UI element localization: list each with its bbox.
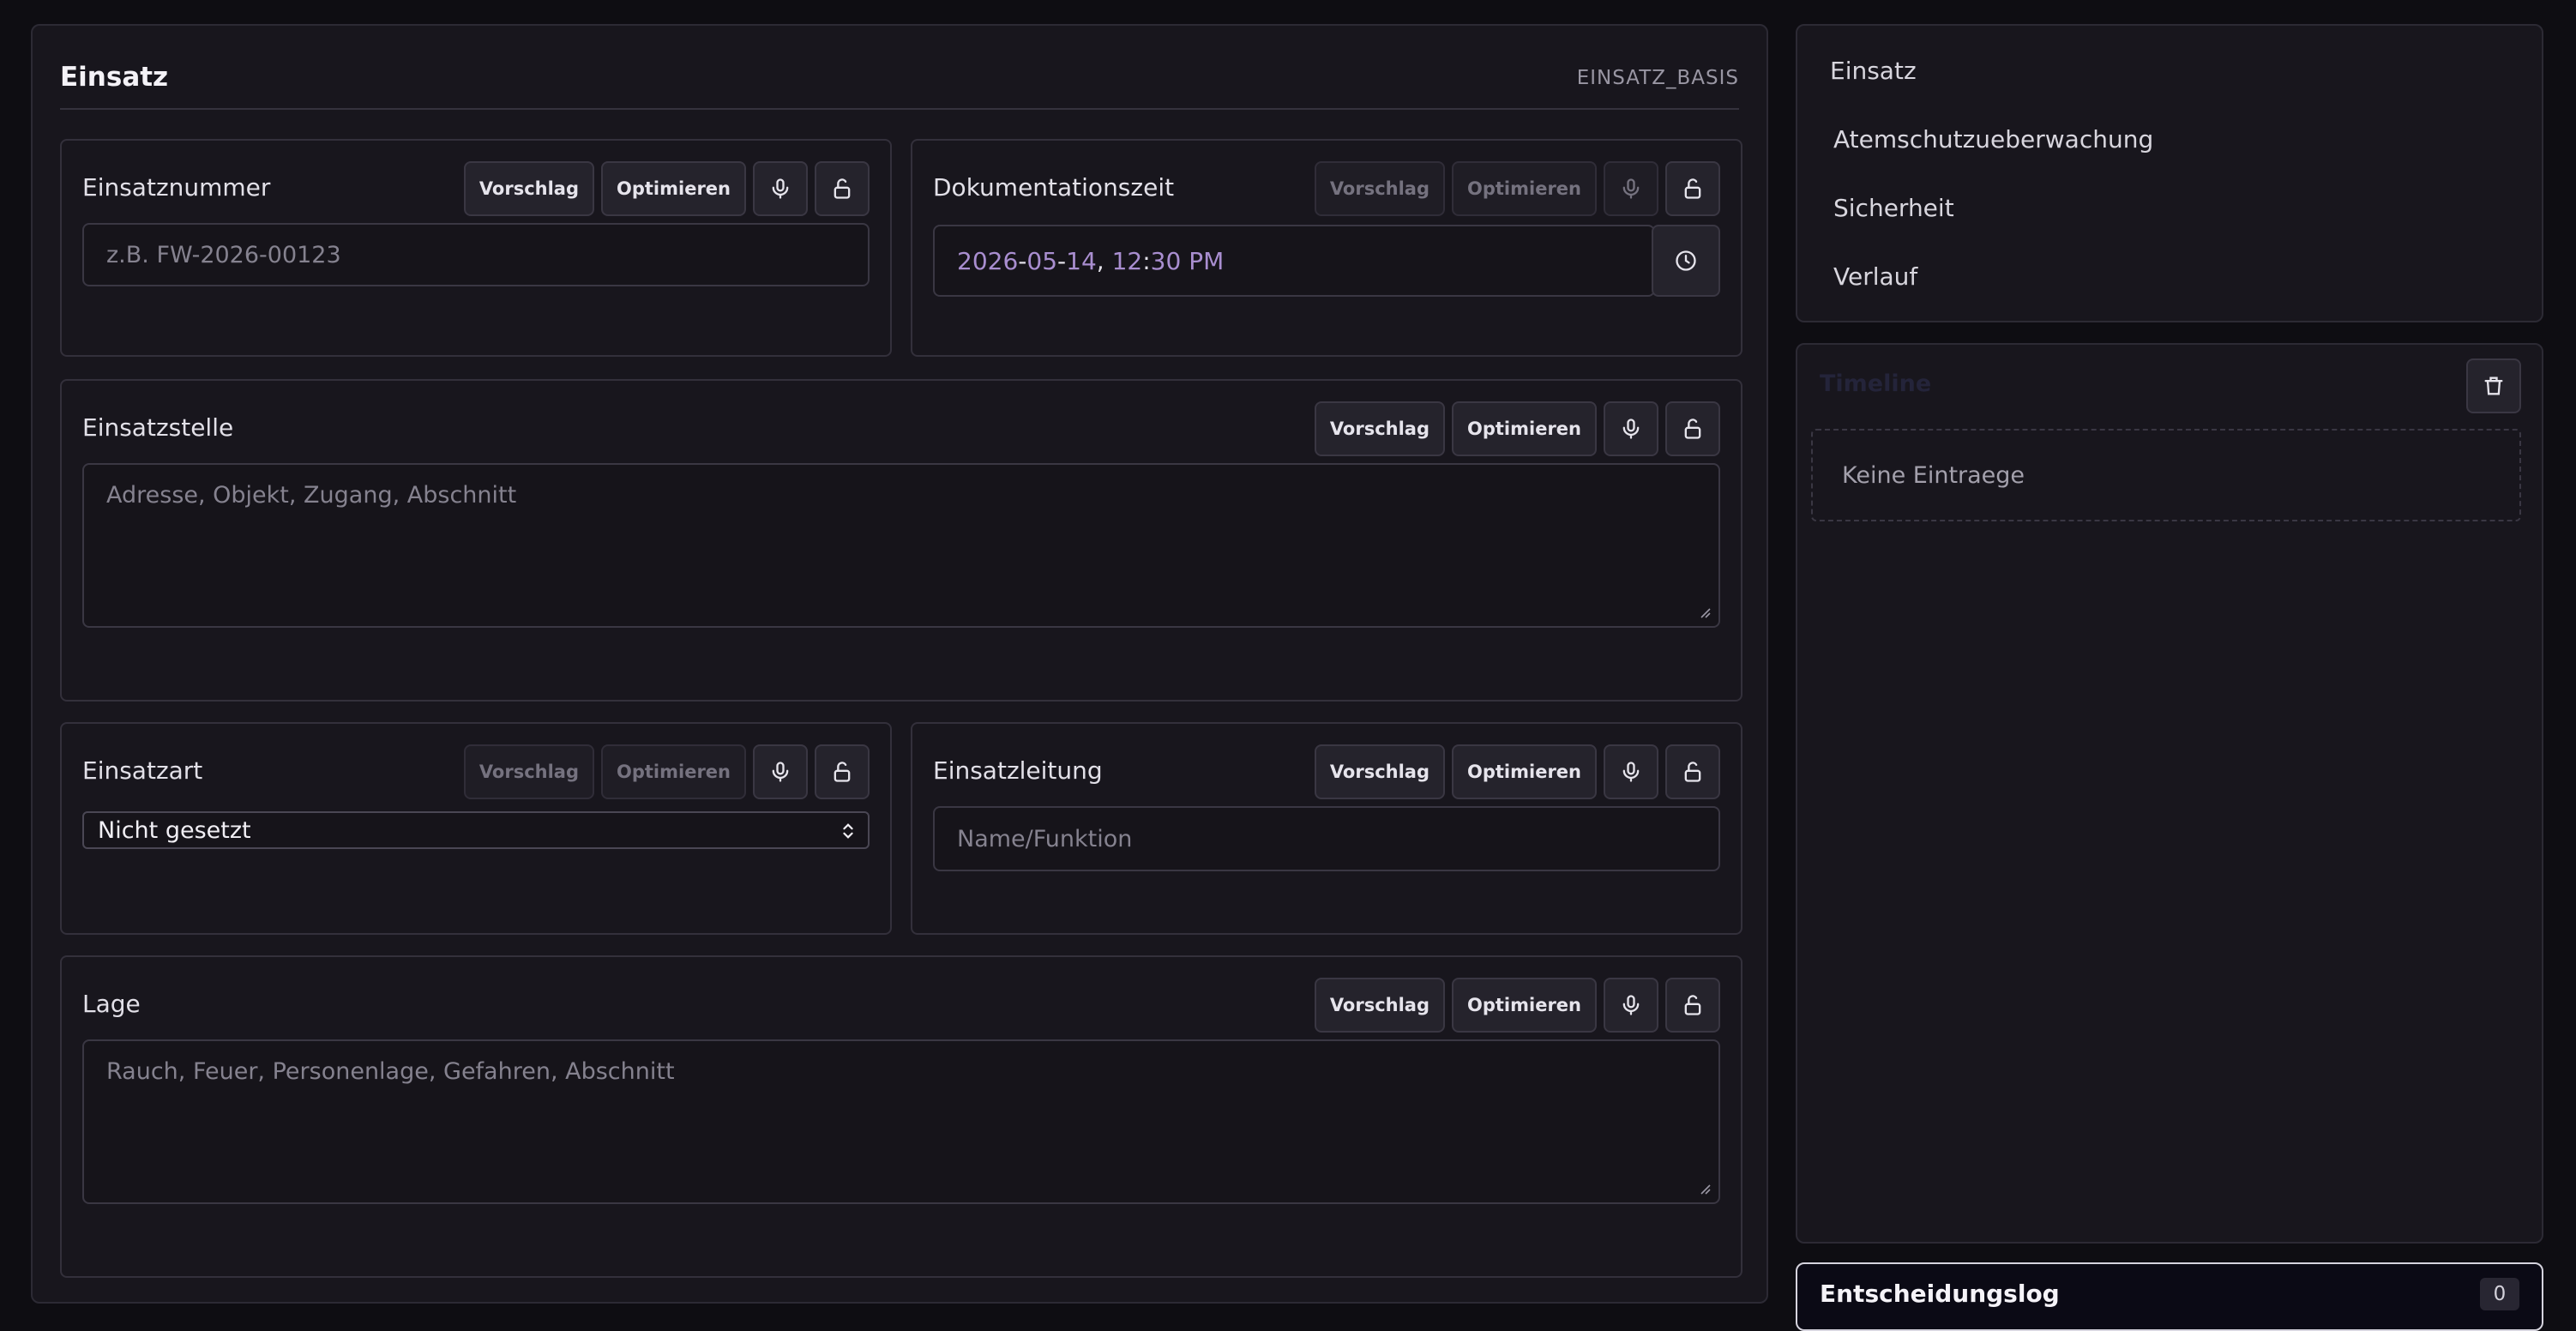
date-month[interactable]: 05 xyxy=(1026,247,1057,275)
timeline-panel: Timeline Keine Eintraege xyxy=(1796,343,2543,1244)
microphone-icon[interactable] xyxy=(1604,744,1658,799)
time-ampm[interactable]: PM xyxy=(1189,247,1224,275)
microphone-icon[interactable] xyxy=(1604,161,1658,216)
clock-icon[interactable] xyxy=(1652,225,1720,297)
decision-log-bar[interactable]: Entscheidungslog 0 xyxy=(1796,1262,2543,1331)
microphone-icon[interactable] xyxy=(1604,401,1658,456)
chevron-up-down-icon xyxy=(843,823,853,839)
field-card-einsatzstelle: Einsatzstelle Vorschlag Optimieren Adres… xyxy=(60,379,1742,702)
field-label: Einsatzleitung xyxy=(933,756,1103,785)
field-card-lage: Lage Vorschlag Optimieren Rauch, Feuer, … xyxy=(60,955,1742,1278)
einsatzstelle-textarea[interactable]: Adresse, Objekt, Zugang, Abschnitt xyxy=(82,463,1720,628)
field-label: Einsatznummer xyxy=(82,173,271,202)
unlock-icon[interactable] xyxy=(1665,161,1720,216)
empty-state: Keine Eintraege xyxy=(1811,429,2521,521)
suggest-button[interactable]: Vorschlag xyxy=(1314,744,1445,799)
optimize-button[interactable]: Optimieren xyxy=(1452,978,1597,1033)
unlock-icon[interactable] xyxy=(1665,978,1720,1033)
field-tools: Vorschlag Optimieren xyxy=(463,744,870,799)
time-minute[interactable]: 30 xyxy=(1151,247,1182,275)
textarea-placeholder: Adresse, Objekt, Zugang, Abschnitt xyxy=(106,482,517,509)
unlock-icon[interactable] xyxy=(815,161,870,216)
field-card-einsatzleitung: Einsatzleitung Vorschlag Optimieren Name… xyxy=(911,722,1742,935)
panel-header: Einsatz EINSATZ_BASIS xyxy=(60,57,1739,110)
textarea-placeholder: Rauch, Feuer, Personenlage, Gefahren, Ab… xyxy=(106,1058,675,1085)
field-label: Einsatzstelle xyxy=(82,413,234,442)
einsatz-panel: Einsatz EINSATZ_BASIS Einsatznummer Vors… xyxy=(31,24,1768,1304)
suggest-button[interactable]: Vorschlag xyxy=(463,161,594,216)
unlock-icon[interactable] xyxy=(815,744,870,799)
field-tools: Vorschlag Optimieren xyxy=(1314,401,1720,456)
resize-handle-icon[interactable] xyxy=(1698,605,1712,619)
date-day[interactable]: 14 xyxy=(1066,247,1097,275)
field-label: Dokumentationszeit xyxy=(933,173,1175,202)
panel-code: EINSATZ_BASIS xyxy=(1576,67,1739,89)
decision-log-count-badge: 0 xyxy=(2480,1278,2519,1310)
field-card-einsatzart: Einsatzart Vorschlag Optimieren Nicht ge… xyxy=(60,722,892,935)
optimize-button[interactable]: Optimieren xyxy=(1452,744,1597,799)
unlock-icon[interactable] xyxy=(1665,744,1720,799)
nav-item-atemschutz[interactable]: Atemschutzueberwachung xyxy=(1833,125,2153,154)
microphone-icon[interactable] xyxy=(1604,978,1658,1033)
lage-textarea[interactable]: Rauch, Feuer, Personenlage, Gefahren, Ab… xyxy=(82,1039,1720,1204)
date-year[interactable]: 2026 xyxy=(957,247,1018,275)
decision-log-title: Entscheidungslog xyxy=(1820,1280,2060,1308)
select-value: Nicht gesetzt xyxy=(98,816,251,844)
microphone-icon[interactable] xyxy=(753,161,808,216)
einsatzart-select[interactable]: Nicht gesetzt xyxy=(82,811,870,849)
trash-icon[interactable] xyxy=(2466,358,2521,413)
unlock-icon[interactable] xyxy=(1665,401,1720,456)
resize-handle-icon[interactable] xyxy=(1698,1182,1712,1195)
nav-item-sicherheit[interactable]: Sicherheit xyxy=(1833,194,1954,222)
field-card-dokumentationszeit: Dokumentationszeit Vorschlag Optimieren … xyxy=(911,139,1742,357)
field-label: Lage xyxy=(82,990,141,1018)
field-tools: Vorschlag Optimieren xyxy=(1314,978,1720,1033)
field-tools: Vorschlag Optimieren xyxy=(1314,744,1720,799)
optimize-button[interactable]: Optimieren xyxy=(1452,401,1597,456)
section-nav: Einsatz Atemschutzueberwachung Sicherhei… xyxy=(1796,24,2543,322)
einsatznummer-input[interactable]: z.B. FW-2026-00123 xyxy=(82,223,870,286)
datetime-input[interactable]: 2026-05-14, 12:30 PM xyxy=(933,225,1655,297)
panel-title: Einsatz xyxy=(60,62,169,93)
suggest-button[interactable]: Vorschlag xyxy=(463,744,594,799)
microphone-icon[interactable] xyxy=(753,744,808,799)
suggest-button[interactable]: Vorschlag xyxy=(1314,401,1445,456)
field-card-einsatznummer: Einsatznummer Vorschlag Optimieren z.B. … xyxy=(60,139,892,357)
field-tools: Vorschlag Optimieren xyxy=(1314,161,1720,216)
suggest-button[interactable]: Vorschlag xyxy=(1314,161,1445,216)
nav-item-verlauf[interactable]: Verlauf xyxy=(1833,262,1917,291)
optimize-button[interactable]: Optimieren xyxy=(1452,161,1597,216)
nav-item-einsatz[interactable]: Einsatz xyxy=(1830,57,1917,85)
einsatzleitung-input[interactable]: Name/Funktion xyxy=(933,806,1720,871)
optimize-button[interactable]: Optimieren xyxy=(601,161,746,216)
suggest-button[interactable]: Vorschlag xyxy=(1314,978,1445,1033)
timeline-title: Timeline xyxy=(1820,370,1932,397)
field-tools: Vorschlag Optimieren xyxy=(463,161,870,216)
time-hour[interactable]: 12 xyxy=(1112,247,1143,275)
field-label: Einsatzart xyxy=(82,756,203,785)
optimize-button[interactable]: Optimieren xyxy=(601,744,746,799)
